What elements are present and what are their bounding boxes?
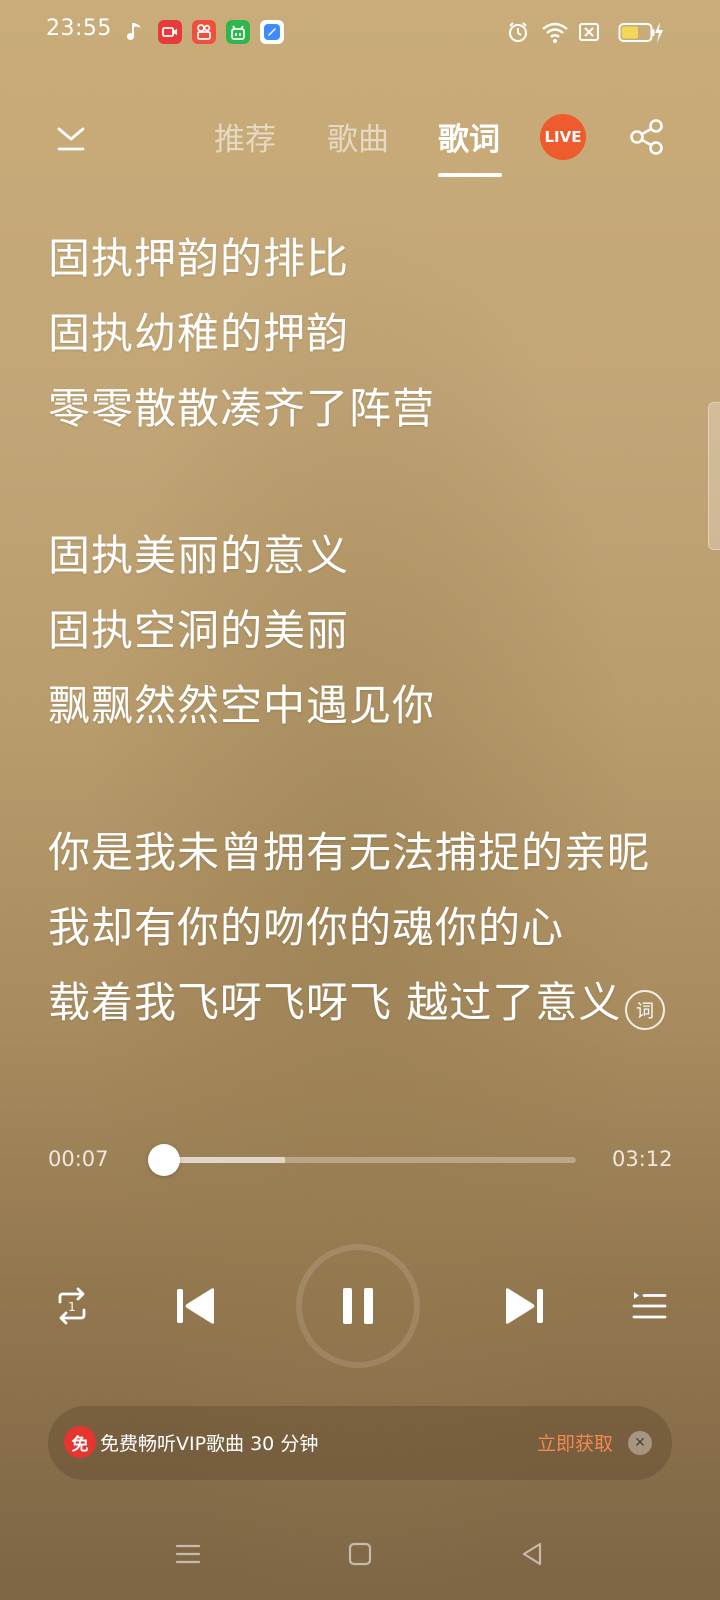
lyric-line: 固执幼稚的押韵 bbox=[48, 309, 350, 358]
close-icon[interactable]: ✕ bbox=[628, 1431, 652, 1455]
lyric-settings-button[interactable]: 词 bbox=[625, 990, 665, 1030]
tab-active-indicator bbox=[438, 173, 502, 177]
status-bar: 23:55 bbox=[0, 0, 720, 64]
free-badge-icon: 免 bbox=[64, 1426, 96, 1458]
lyric-line: 零零散散凑齐了阵营 bbox=[48, 384, 436, 433]
progress-thumb[interactable] bbox=[147, 1144, 180, 1176]
share-icon[interactable] bbox=[628, 118, 666, 156]
progress-track[interactable] bbox=[148, 1157, 576, 1163]
tab-songs[interactable]: 歌曲 bbox=[327, 114, 389, 159]
side-drawer-handle[interactable] bbox=[708, 402, 720, 550]
sim-disabled-icon bbox=[579, 23, 599, 41]
total-time: 03:12 bbox=[612, 1147, 673, 1171]
repeat-one-icon[interactable]: 1 bbox=[52, 1286, 92, 1326]
playlist-icon[interactable] bbox=[630, 1288, 668, 1324]
back-icon[interactable] bbox=[518, 1540, 546, 1568]
lyric-line: 飘飘然然空中遇见你 bbox=[48, 681, 436, 730]
tab-recommend[interactable]: 推荐 bbox=[214, 114, 276, 159]
tab-lyrics[interactable]: 歌词 bbox=[438, 114, 500, 159]
home-icon[interactable] bbox=[346, 1540, 374, 1568]
kuaishou-icon bbox=[192, 20, 216, 44]
promo-text: 免费畅听VIP歌曲 30 分钟 bbox=[100, 1433, 319, 1455]
lyric-line: 载着我飞呀飞呀飞 越过了意义 bbox=[48, 978, 622, 1027]
shop-icon bbox=[226, 20, 250, 44]
collapse-chevron-icon[interactable] bbox=[54, 124, 88, 152]
wallet-icon bbox=[260, 20, 284, 44]
lyric-line: 固执美丽的意义 bbox=[48, 531, 350, 580]
current-time: 00:07 bbox=[48, 1147, 109, 1171]
pause-icon bbox=[343, 1288, 373, 1324]
menu-icon[interactable] bbox=[174, 1540, 202, 1568]
lyric-line: 你是我未曾拥有无法捕捉的亲昵 bbox=[48, 828, 651, 877]
promo-claim-link[interactable]: 立即获取 bbox=[537, 1429, 613, 1456]
music-note-icon bbox=[127, 23, 141, 41]
lyric-line: 固执空洞的美丽 bbox=[48, 606, 350, 655]
battery-charging-icon bbox=[618, 22, 663, 43]
live-button[interactable]: LIVE bbox=[540, 114, 586, 160]
next-icon[interactable] bbox=[502, 1284, 546, 1328]
lyric-line: 我却有你的吻你的魂你的心 bbox=[48, 903, 565, 952]
svg-text:1: 1 bbox=[68, 1300, 76, 1314]
lyric-line: 固执押韵的排比 bbox=[48, 234, 350, 283]
status-clock: 23:55 bbox=[46, 16, 112, 41]
video-record-icon bbox=[158, 20, 182, 44]
wifi-icon bbox=[542, 22, 568, 43]
alarm-icon bbox=[509, 22, 527, 42]
previous-icon[interactable] bbox=[174, 1284, 218, 1328]
